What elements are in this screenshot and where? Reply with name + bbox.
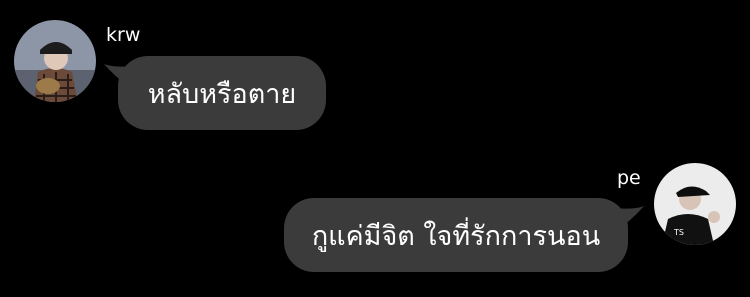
avatar-krw[interactable]: [14, 20, 96, 102]
sender-name-krw: krw: [106, 24, 141, 46]
svg-text:TS: TS: [673, 228, 684, 237]
sender-name-pe: pe: [617, 167, 641, 189]
message-bubble-pe[interactable]: กูแค่มีจิต ใจที่รักการนอน: [284, 198, 628, 272]
message-text-krw: หลับหรือตาย: [147, 78, 297, 110]
avatar-pe-image: TS: [654, 163, 736, 245]
avatar-pe[interactable]: TS: [654, 163, 736, 245]
message-bubble-krw[interactable]: หลับหรือตาย: [118, 56, 326, 130]
message-text-pe: กูแค่มีจิต ใจที่รักการนอน: [311, 220, 601, 252]
avatar-krw-image: [14, 20, 96, 102]
